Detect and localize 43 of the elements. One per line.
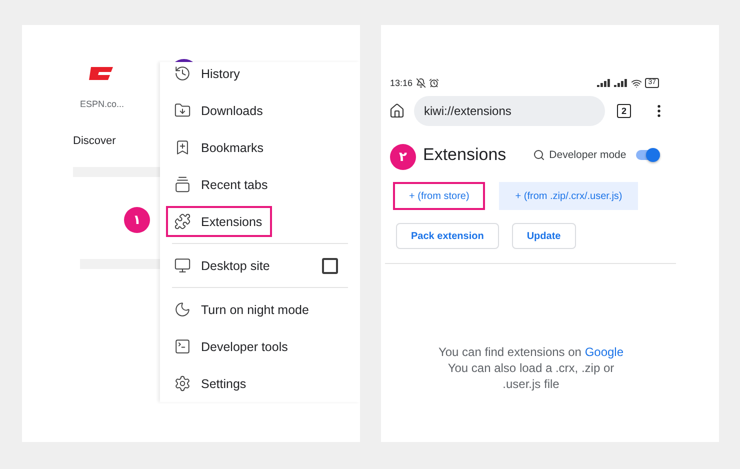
folder-icon (174, 102, 191, 119)
cards-icon (174, 176, 191, 193)
load-button[interactable]: + (from .zip/.crx/.user.js) (499, 182, 638, 210)
section-title: Discover (73, 135, 117, 147)
signal-icon (597, 78, 612, 88)
puzzle-icon (174, 213, 191, 230)
action-button[interactable]: Update (512, 223, 576, 249)
menu-item[interactable]: Turn on night mode (166, 294, 319, 325)
menu-item[interactable]: Desktop site (166, 250, 280, 281)
bookmark-icon (174, 139, 191, 156)
menu-item[interactable]: Settings (166, 368, 256, 399)
shortcut-label: ESPN.co... (80, 99, 124, 109)
status-time: 13:16 (390, 78, 413, 88)
step-badge: ٢ (390, 144, 416, 170)
action-button[interactable]: Pack extension (396, 223, 499, 249)
monitor-icon (174, 257, 191, 274)
alarm-icon (428, 78, 439, 88)
search-icon[interactable] (533, 149, 546, 161)
tab-count[interactable]: 2 (617, 104, 631, 118)
empty-note: You can also load a .crx, .zip or .user.js file (446, 360, 616, 392)
checkbox[interactable] (322, 258, 338, 274)
toggle-label: Developer mode (549, 149, 626, 161)
menu-item[interactable]: Extensions (166, 206, 272, 237)
google-link[interactable]: Google (584, 345, 624, 359)
step-badge: ١ (124, 207, 150, 233)
page-title: Extensions (423, 145, 506, 165)
terminal-icon (174, 338, 191, 355)
menu-item[interactable]: History (166, 62, 250, 89)
menu-item[interactable]: Developer tools (166, 331, 298, 362)
empty-message: You can find extensions on Google (438, 344, 624, 360)
menu-item[interactable]: Downloads (166, 95, 273, 126)
settings-icon (174, 375, 191, 392)
signal-icon (614, 78, 628, 88)
developer-mode-toggle[interactable] (636, 150, 660, 160)
load-button[interactable]: + (from store) (393, 182, 486, 210)
home-icon[interactable] (389, 103, 405, 119)
menu-item[interactable]: Bookmarks (166, 132, 274, 163)
menu-item[interactable]: Recent tabs (166, 169, 278, 200)
moon-icon (174, 301, 191, 318)
history-icon (174, 65, 191, 82)
bell-off-icon (416, 78, 426, 88)
wifi-icon (631, 78, 642, 88)
address-field[interactable]: kiwi://extensions (414, 96, 605, 126)
